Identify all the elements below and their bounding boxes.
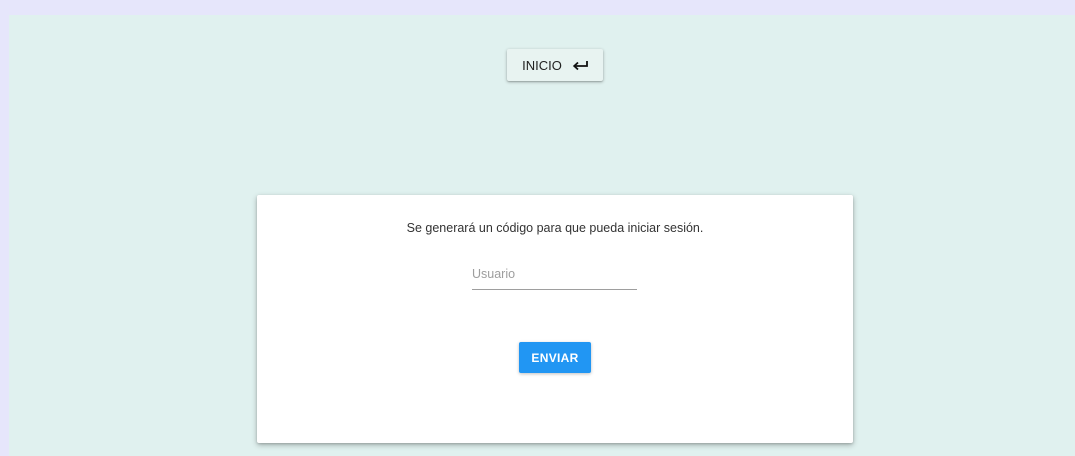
username-input[interactable] bbox=[472, 259, 637, 290]
home-button[interactable]: INICIO bbox=[507, 49, 603, 81]
send-button[interactable]: ENVIAR bbox=[519, 342, 591, 373]
page-background: INICIO Se generará un código para que pu… bbox=[9, 15, 1075, 456]
login-card: Se generará un código para que pueda ini… bbox=[257, 195, 853, 443]
login-message: Se generará un código para que pueda ini… bbox=[406, 221, 704, 235]
return-arrow-icon bbox=[572, 59, 588, 71]
home-button-label: INICIO bbox=[522, 57, 562, 73]
